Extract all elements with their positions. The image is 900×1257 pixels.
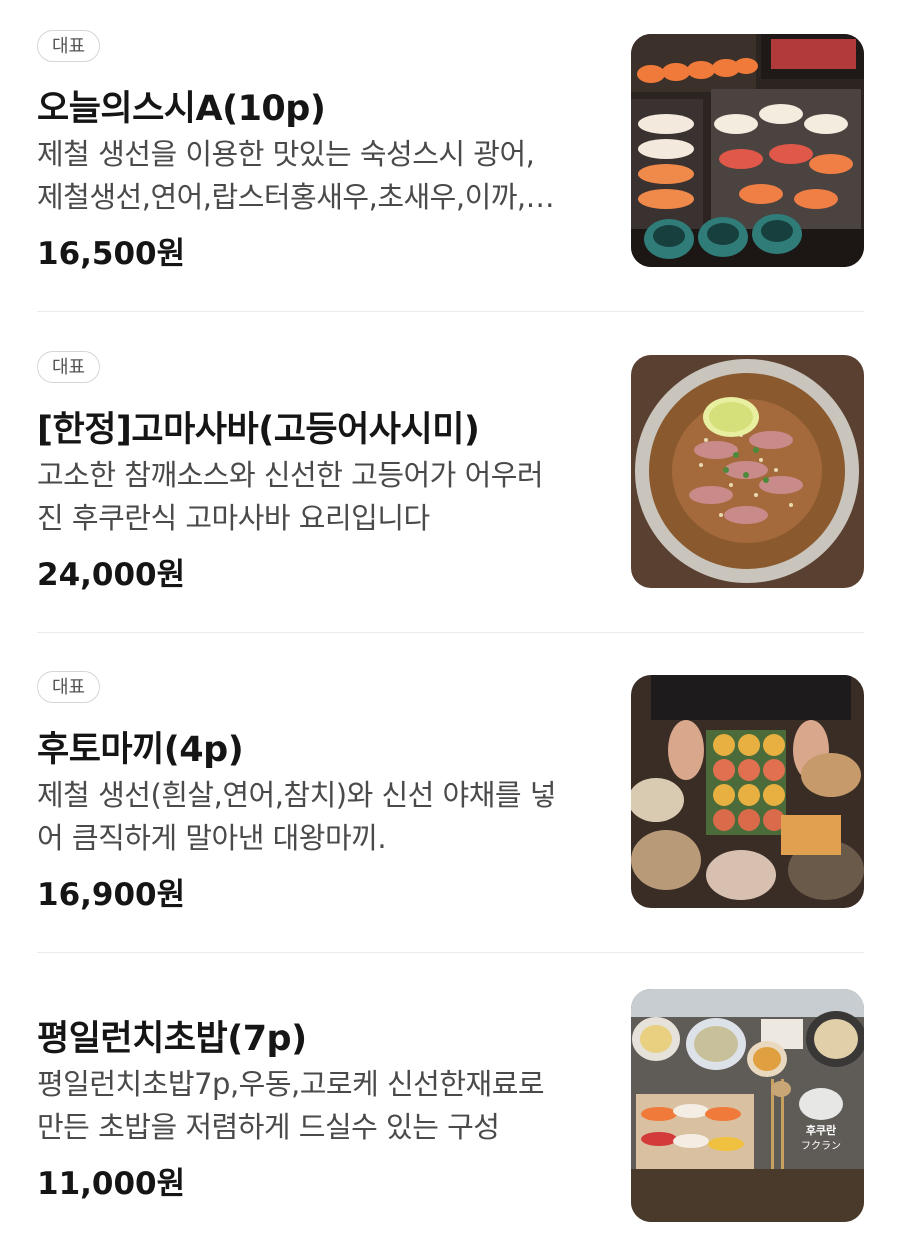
menu-item[interactable]: 대표 후토마끼(4p) 제철 생선(흰살,연어,참치)와 신선 야채를 넣 어 … [0, 632, 900, 952]
menu-item-image[interactable] [631, 675, 864, 908]
menu-item-price: 16,900원 [37, 877, 186, 913]
menu-item-description: 제철 생선을 이용한 맛있는 숙성스시 광어, 제철생선,연어,랍스터홍새우,초… [37, 137, 555, 214]
menu-item-name: 후토마끼(4p) [37, 730, 244, 770]
signature-badge: 대표 [37, 351, 101, 383]
menu-item-name: [한정]고마사바(고등어사시미) [37, 410, 480, 450]
menu-item-price: 11,000원 [37, 1166, 186, 1202]
menu-item-description: 평일런치초밥7p,우동,고로케 신선한재료로 만든 초밥을 저렴하게 드실수 있… [37, 1067, 545, 1144]
menu-item-description: 고소한 참깨소스와 신선한 고등어가 어우러 진 후쿠란식 고마사바 요리입니다 [37, 458, 544, 535]
menu-item-image[interactable] [631, 34, 864, 267]
menu-item-name: 평일런치초밥(7p) [37, 1019, 307, 1059]
menu-item-name: 오늘의스시A(10p) [37, 89, 326, 129]
menu-item[interactable]: 대표 오늘의스시A(10p) 제철 생선을 이용한 맛있는 숙성스시 광어, 제… [0, 0, 900, 312]
menu-item[interactable]: 평일런치초밥(7p) 평일런치초밥7p,우동,고로케 신선한재료로 만든 초밥을… [0, 952, 900, 1257]
restaurant-logo-text: 후쿠란 [806, 1123, 836, 1137]
menu-list: 대표 오늘의스시A(10p) 제철 생선을 이용한 맛있는 숙성스시 광어, 제… [0, 0, 900, 1257]
menu-item-description: 제철 생선(흰살,연어,참치)와 신선 야채를 넣 어 큼직하게 말아낸 대왕마… [37, 778, 557, 855]
menu-item-image[interactable] [631, 355, 864, 588]
signature-badge: 대표 [37, 30, 101, 62]
signature-badge: 대표 [37, 671, 101, 703]
menu-item[interactable]: 대표 [한정]고마사바(고등어사시미) 고소한 참깨소스와 신선한 고등어가 어… [0, 312, 900, 632]
menu-item-price: 16,500원 [37, 236, 186, 272]
menu-item-price: 24,000원 [37, 557, 186, 593]
menu-item-image[interactable]: 후쿠란 フクラン [631, 989, 864, 1222]
restaurant-logo-text-jp: フクラン [801, 1140, 841, 1152]
